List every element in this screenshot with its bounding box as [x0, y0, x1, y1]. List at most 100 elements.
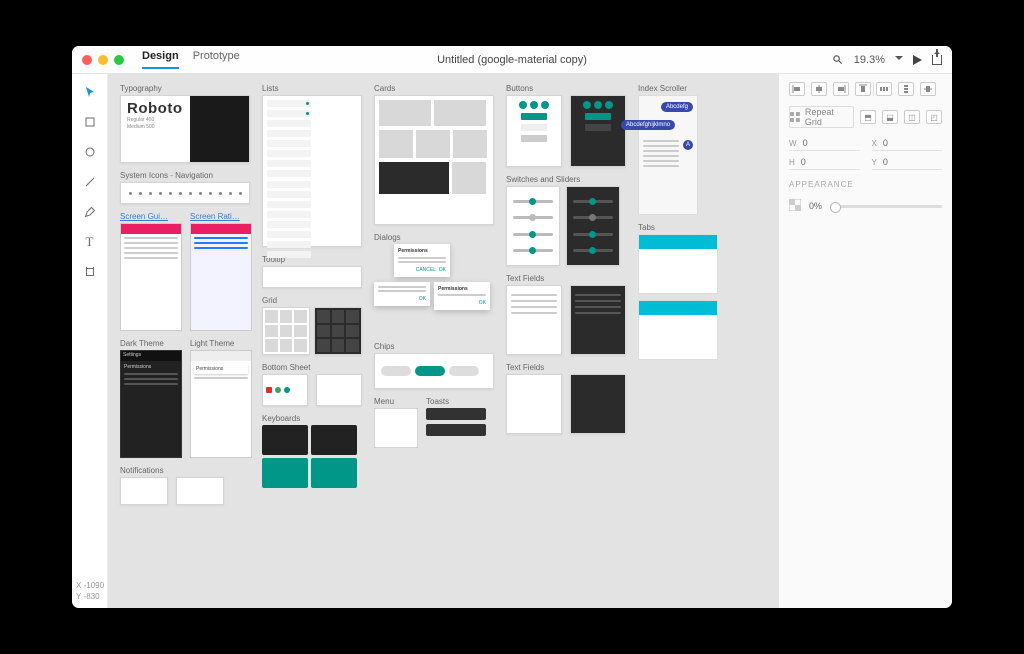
search-zoom-icon[interactable] — [832, 54, 844, 66]
artboard-textfields2-light[interactable] — [506, 374, 562, 434]
artboard-notification-1[interactable] — [120, 477, 168, 505]
x-field[interactable]: 0 — [883, 138, 888, 148]
artboard-dialog-3[interactable]: Permissions OK — [434, 282, 490, 310]
artboard-label-bottom-sheet[interactable]: Bottom Sheet — [262, 363, 362, 372]
pen-tool[interactable] — [82, 204, 98, 220]
artboard-grid-dark[interactable] — [314, 307, 362, 355]
artboard-label-buttons[interactable]: Buttons — [506, 84, 626, 93]
align-center-v-button[interactable] — [920, 82, 936, 96]
artboard-dialog-2[interactable]: OK — [374, 282, 430, 306]
artboard-label-index-scroller[interactable]: Index Scroller — [638, 84, 724, 93]
minimize-window-button[interactable] — [98, 55, 108, 65]
artboard-label-typography[interactable]: Typography — [120, 84, 250, 93]
distribute-v-button[interactable] — [898, 82, 914, 96]
close-window-button[interactable] — [82, 55, 92, 65]
artboard-bottom-sheet-1[interactable] — [262, 374, 308, 406]
artboard-label-light-theme[interactable]: Light Theme — [190, 339, 252, 348]
artboard-label-notifications[interactable]: Notifications — [120, 466, 250, 475]
select-tool[interactable] — [82, 84, 98, 100]
repeat-grid-button[interactable]: Repeat Grid — [789, 106, 854, 128]
share-export-button[interactable] — [932, 55, 942, 65]
artboard-label-screen-guides[interactable]: Screen Gui… — [120, 212, 182, 221]
maximize-window-button[interactable] — [114, 55, 124, 65]
artboard-dark-theme[interactable]: Settings Permissions — [120, 350, 182, 458]
artboard-buttons-light[interactable] — [506, 95, 562, 167]
boolean-subtract-button[interactable]: ⬓ — [882, 110, 898, 124]
artboard-keyboard-1[interactable] — [262, 425, 308, 455]
boolean-add-button[interactable]: ⬒ — [860, 110, 876, 124]
tool-strip: T X -1090 Y -830 — [72, 74, 108, 608]
artboard-lists[interactable] — [262, 95, 362, 247]
artboard-notification-2[interactable] — [176, 477, 224, 505]
artboard-label-screen-ratio[interactable]: Screen Rati… — [190, 212, 252, 221]
artboard-label-cards[interactable]: Cards — [374, 84, 494, 93]
align-top-button[interactable] — [855, 82, 871, 96]
artboard-tooltip[interactable] — [262, 266, 362, 288]
artboard-label-switches[interactable]: Switches and Sliders — [506, 175, 626, 184]
artboard-label-keyboards[interactable]: Keyboards — [262, 414, 362, 423]
tab-prototype[interactable]: Prototype — [193, 50, 240, 69]
zoom-level[interactable]: 19.3% — [854, 54, 885, 66]
artboard-tabs-2[interactable] — [638, 300, 718, 360]
artboard-screen-ratio[interactable] — [190, 223, 252, 331]
artboard-bottom-sheet-2[interactable] — [316, 374, 362, 406]
roboto-specimen: Roboto — [127, 100, 184, 117]
rectangle-tool[interactable] — [82, 114, 98, 130]
y-field[interactable]: 0 — [883, 157, 888, 167]
artboard-dialog-1[interactable]: Permissions CANCEL OK — [394, 244, 450, 277]
artboard-label-text-fields[interactable]: Text Fields — [506, 274, 626, 283]
artboard-label-dialogs[interactable]: Dialogs — [374, 233, 494, 242]
opacity-icon — [789, 199, 801, 213]
artboard-label-chips[interactable]: Chips — [374, 342, 494, 351]
artboard-system-icons[interactable] — [120, 182, 250, 204]
artboard-tool[interactable] — [82, 264, 98, 280]
artboard-textfields-dark[interactable] — [570, 285, 626, 355]
artboard-toast-2[interactable] — [426, 424, 486, 436]
artboard-label-tabs[interactable]: Tabs — [638, 223, 724, 232]
align-right-button[interactable] — [833, 82, 849, 96]
height-field[interactable]: 0 — [801, 157, 806, 167]
opacity-slider[interactable] — [830, 205, 942, 208]
artboard-grid-light[interactable] — [262, 307, 310, 355]
artboard-typography[interactable]: Roboto Regular 400Medium 500 — [120, 95, 250, 163]
artboard-label-menu[interactable]: Menu — [374, 397, 418, 406]
play-preview-button[interactable] — [913, 55, 922, 65]
text-tool[interactable]: T — [82, 234, 98, 250]
width-field[interactable]: 0 — [803, 138, 808, 148]
artboard-label-toasts[interactable]: Toasts — [426, 397, 486, 406]
artboard-switches-light[interactable] — [506, 186, 560, 266]
boolean-intersect-button[interactable]: ◫ — [904, 110, 920, 124]
property-inspector: Repeat Grid ⬒ ⬓ ◫ ◰ W0 X0 H0 Y0 APPEARAN… — [778, 74, 952, 608]
artboard-tabs-1[interactable] — [638, 234, 718, 294]
artboard-label-system-icons[interactable]: System Icons - Navigation — [120, 171, 250, 180]
artboard-keyboard-2[interactable] — [311, 425, 357, 455]
artboard-label-text-fields-2[interactable]: Text Fields — [506, 363, 626, 372]
align-center-h-button[interactable] — [811, 82, 827, 96]
artboard-chips[interactable] — [374, 353, 494, 389]
line-tool[interactable] — [82, 174, 98, 190]
canvas-coordinates: X -1090 Y -830 — [76, 580, 104, 602]
artboard-label-grid[interactable]: Grid — [262, 296, 362, 305]
artboard-menu[interactable] — [374, 408, 418, 448]
opacity-value[interactable]: 0% — [809, 201, 822, 211]
artboard-label-lists[interactable]: Lists — [262, 84, 362, 93]
artboard-cards[interactable] — [374, 95, 494, 225]
artboard-label-dark-theme[interactable]: Dark Theme — [120, 339, 182, 348]
zoom-dropdown-icon[interactable] — [895, 53, 903, 67]
align-left-button[interactable] — [789, 82, 805, 96]
artboard-textfields2-dark[interactable] — [570, 374, 626, 434]
boolean-exclude-button[interactable]: ◰ — [926, 110, 942, 124]
artboard-buttons-dark[interactable] — [570, 95, 626, 167]
ellipse-tool[interactable] — [82, 144, 98, 160]
design-canvas[interactable]: Typography Roboto Regular 400Medium 500 … — [108, 74, 778, 608]
artboard-screen-guides[interactable] — [120, 223, 182, 331]
artboard-toast-1[interactable] — [426, 408, 486, 420]
artboard-keyboard-3[interactable] — [262, 458, 308, 488]
tab-design[interactable]: Design — [142, 50, 179, 69]
artboard-switches-dark[interactable] — [566, 186, 620, 266]
artboard-index-scroller[interactable]: Abcdefg Abcdefghijklmno A — [638, 95, 698, 215]
artboard-textfields-light[interactable] — [506, 285, 562, 355]
artboard-light-theme[interactable]: Permissions — [190, 350, 252, 458]
artboard-keyboard-4[interactable] — [311, 458, 357, 488]
distribute-h-button[interactable] — [876, 82, 892, 96]
